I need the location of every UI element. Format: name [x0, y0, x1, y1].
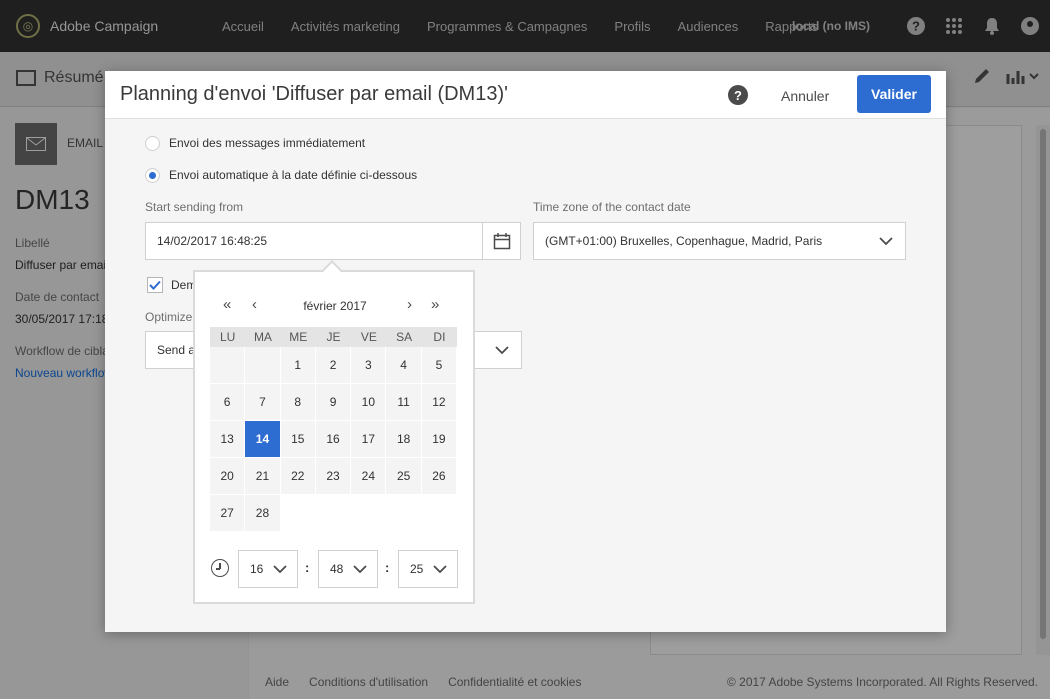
calendar-day[interactable]: 15 [280, 421, 316, 458]
calendar-day[interactable]: 22 [280, 458, 316, 495]
timezone-select[interactable]: (GMT+01:00) Bruxelles, Copenhague, Madri… [533, 222, 906, 260]
calendar-day[interactable]: 19 [421, 421, 458, 458]
radio-send-scheduled[interactable] [145, 168, 160, 183]
time-separator: : [305, 560, 310, 575]
calendar-day[interactable]: 25 [386, 458, 422, 495]
second-value: 25 [410, 562, 424, 576]
calendar-day[interactable]: 23 [315, 458, 352, 495]
dialog-title: Planning d'envoi 'Diffuser par email (DM… [120, 83, 508, 105]
radio-send-immediately-label[interactable]: Envoi des messages immédiatement [169, 136, 365, 150]
calendar-day[interactable]: 12 [421, 384, 458, 421]
radio-send-immediately[interactable] [145, 136, 160, 151]
calendar-day[interactable]: 3 [351, 347, 387, 384]
calendar-day[interactable]: 21 [245, 458, 281, 495]
chevron-down-icon [433, 565, 447, 574]
calendar-day[interactable]: 7 [245, 384, 281, 421]
calendar-button[interactable] [482, 222, 521, 260]
calendar-day[interactable]: 9 [315, 384, 352, 421]
calendar-empty-cell [210, 347, 246, 384]
clock-icon [211, 559, 229, 577]
timezone-label: Time zone of the contact date [533, 200, 691, 214]
checkmark-icon [149, 280, 161, 290]
calendar-day[interactable]: 18 [386, 421, 422, 458]
weekday-header: DI [421, 327, 458, 347]
calendar-day[interactable]: 27 [210, 495, 246, 532]
dialog-help-icon[interactable]: ? [728, 85, 748, 105]
start-date-input[interactable]: 14/02/2017 16:48:25 [145, 222, 483, 260]
chevron-down-icon [879, 237, 893, 246]
chevron-down-icon [353, 565, 367, 574]
confirm-checkbox-label[interactable]: Demander une confirmation avant l'envoi [171, 278, 193, 292]
calendar-day[interactable]: 6 [210, 384, 246, 421]
calendar-icon [493, 233, 510, 250]
weekday-header: MA [245, 327, 281, 347]
optimize-value: Send at the scheduled time [157, 343, 195, 357]
hour-select[interactable]: 16 [238, 550, 298, 588]
validate-button[interactable]: Valider [857, 75, 931, 113]
chevron-down-icon [273, 565, 287, 574]
prev-year-icon[interactable]: « [223, 296, 231, 313]
calendar-day[interactable]: 17 [351, 421, 387, 458]
weekday-header: LU [210, 327, 246, 347]
timezone-value: (GMT+01:00) Bruxelles, Copenhague, Madri… [545, 234, 823, 248]
calendar-day[interactable]: 28 [245, 495, 281, 532]
chevron-down-icon [495, 346, 509, 355]
calendar-day[interactable]: 16 [315, 421, 352, 458]
confirm-checkbox[interactable] [147, 277, 163, 293]
weekday-header: VE [351, 327, 387, 347]
weekday-header: ME [280, 327, 316, 347]
calendar-day[interactable]: 24 [351, 458, 387, 495]
calendar-empty-cell [245, 347, 281, 384]
optimize-label: Optimize the sending time [145, 310, 193, 324]
weekday-header: SA [386, 327, 422, 347]
calendar-day[interactable]: 20 [210, 458, 246, 495]
calendar-grid: LU MA ME JE VE SA DI 1 2 3 4 5 6 7 8 9 10 11 12 13 14 15 16 17 1… [210, 327, 458, 532]
calendar-day[interactable]: 5 [421, 347, 458, 384]
calendar-day[interactable]: 8 [280, 384, 316, 421]
calendar-day[interactable]: 13 [210, 421, 246, 458]
minute-value: 48 [330, 562, 344, 576]
calendar-day[interactable]: 11 [386, 384, 422, 421]
calendar-day[interactable]: 4 [386, 347, 422, 384]
prev-month-icon[interactable]: ‹ [252, 296, 257, 313]
calendar-day[interactable]: 14 [245, 421, 281, 458]
time-separator: : [385, 560, 390, 575]
weekday-header: JE [315, 327, 352, 347]
next-month-icon[interactable]: › [407, 296, 412, 313]
radio-send-scheduled-label[interactable]: Envoi automatique à la date définie ci-d… [169, 168, 417, 182]
calendar-day[interactable]: 26 [421, 458, 458, 495]
calendar-day[interactable]: 2 [315, 347, 352, 384]
minute-select[interactable]: 48 [318, 550, 378, 588]
calendar-day[interactable]: 10 [351, 384, 387, 421]
start-sending-label: Start sending from [145, 200, 244, 214]
datepicker-month: février 2017 [303, 299, 367, 313]
datepicker-popup: « ‹ février 2017 › » LU MA ME JE VE SA DI 1 2 3 4 5… [193, 260, 475, 604]
calendar-day[interactable]: 1 [280, 347, 316, 384]
dialog-header: Planning d'envoi 'Diffuser par email (DM… [105, 71, 946, 119]
hour-value: 16 [250, 562, 264, 576]
next-year-icon[interactable]: » [431, 296, 439, 313]
second-select[interactable]: 25 [398, 550, 458, 588]
cancel-button[interactable]: Annuler [773, 83, 837, 109]
